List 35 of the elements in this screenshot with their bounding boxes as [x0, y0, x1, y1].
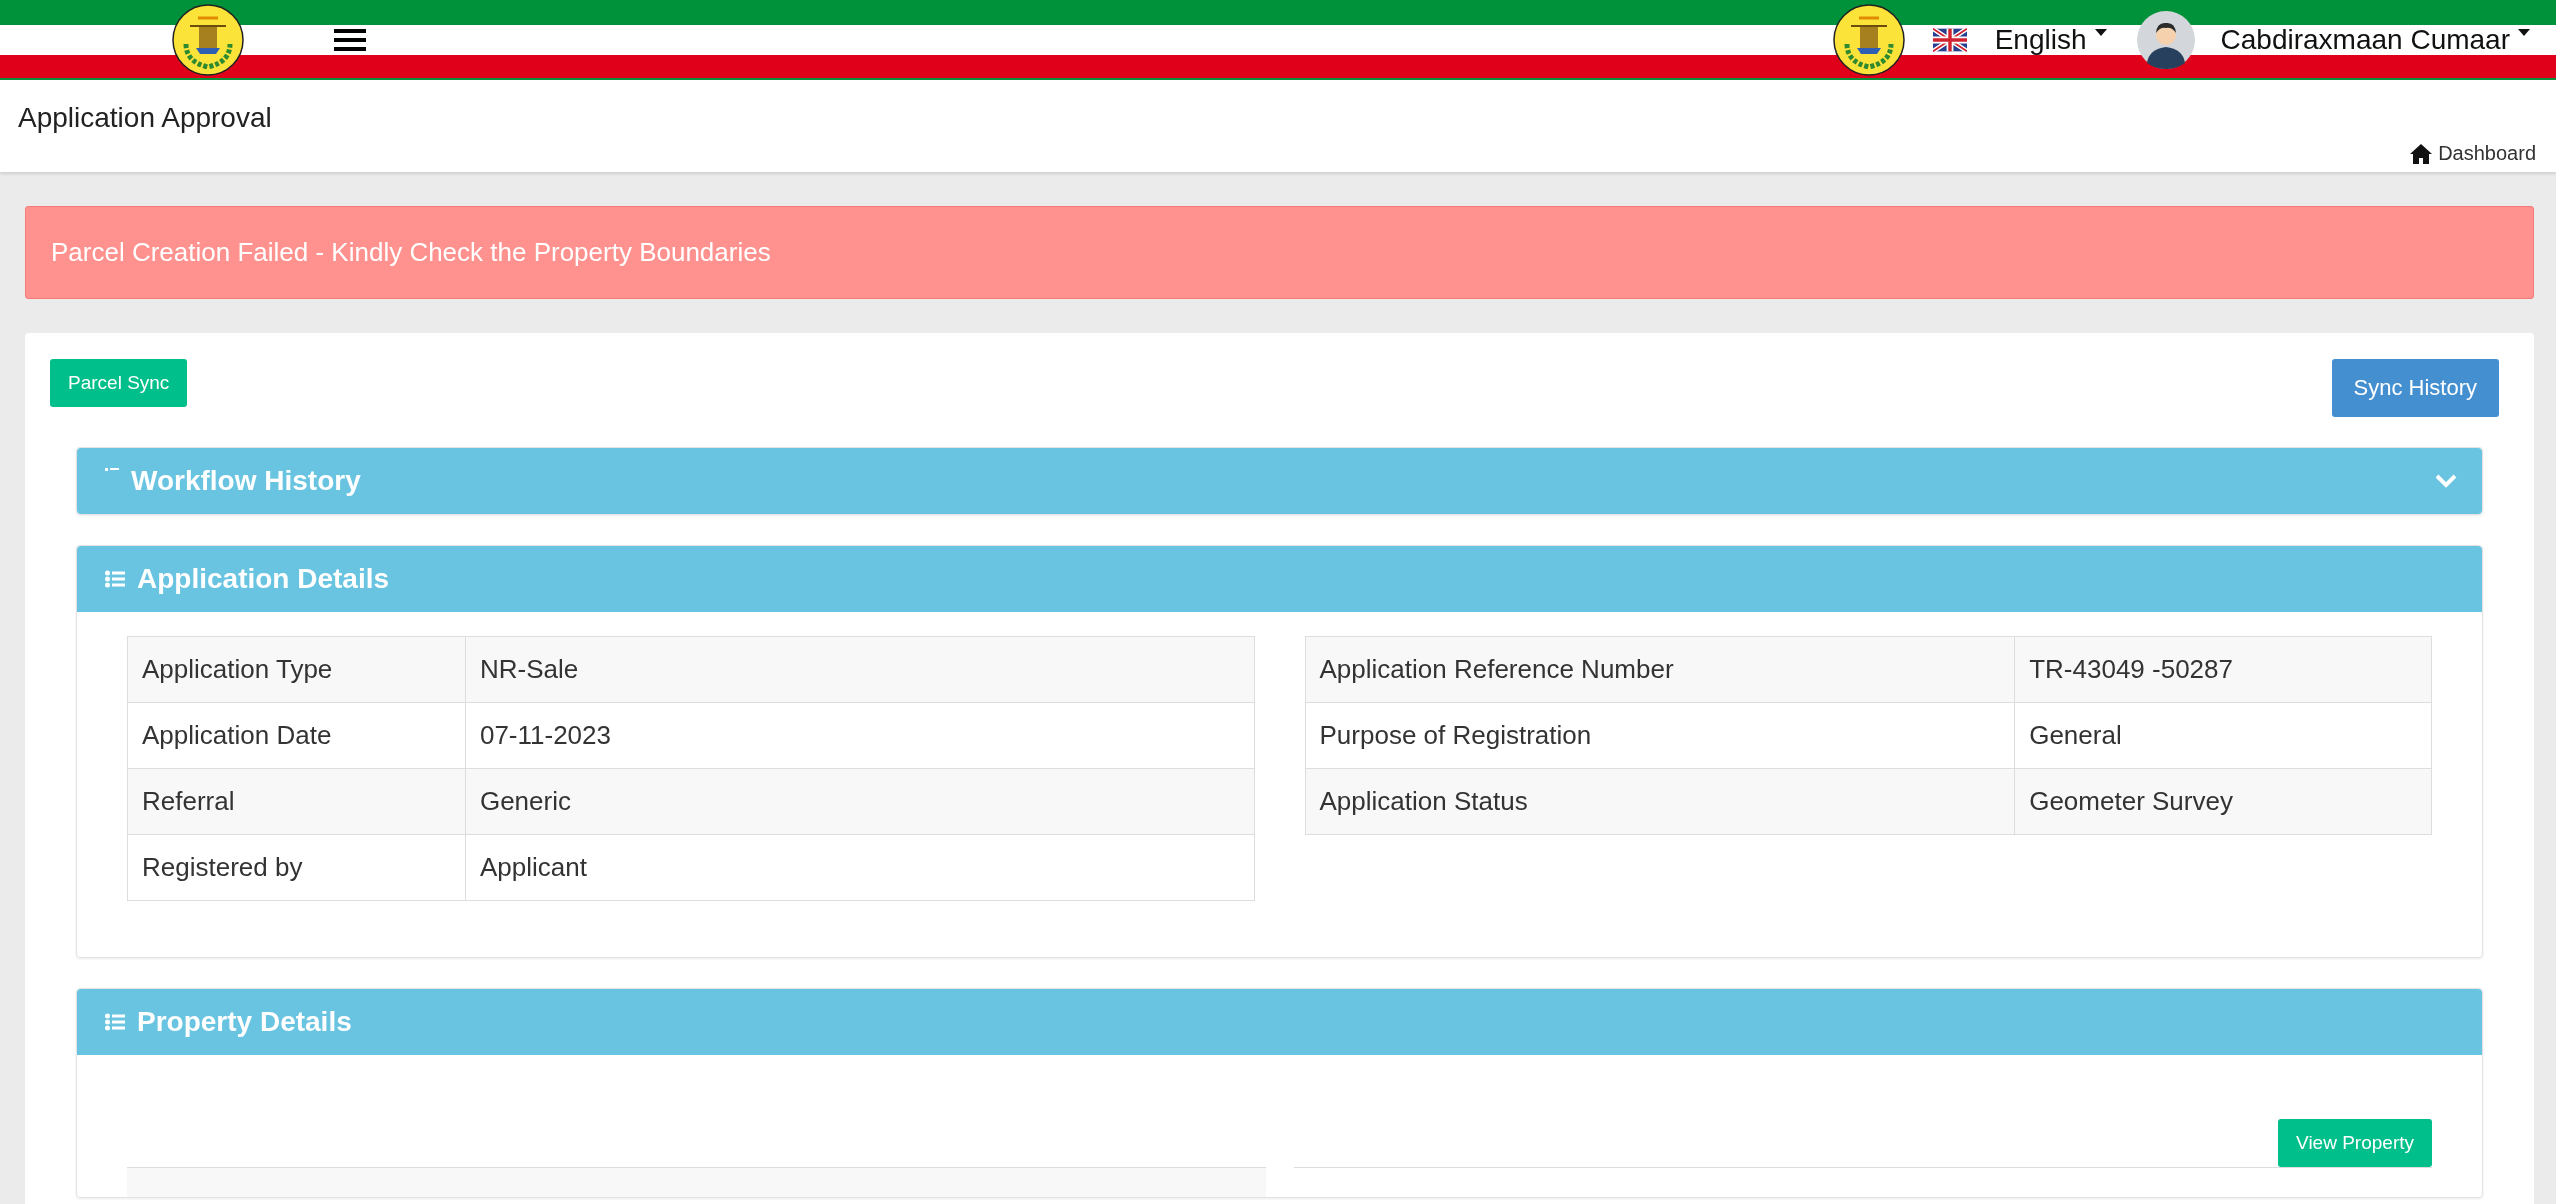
avatar-icon [2136, 11, 2195, 69]
value-cell: NR-Sale [465, 636, 1254, 703]
value-cell: TR-43049 -50287 [2014, 636, 2432, 703]
page-title: Application Approval [18, 102, 272, 134]
uk-flag-icon [1932, 28, 1967, 52]
value-cell: General [2014, 702, 2432, 769]
emblem-logo [172, 4, 244, 76]
language-dropdown[interactable]: English [1932, 24, 2107, 56]
label-cell: Registered by [127, 834, 466, 901]
home-icon [2410, 143, 2433, 165]
label-cell: Application Reference Number [1305, 636, 2015, 703]
label-cell: Referral [127, 768, 466, 835]
list-icon [105, 1013, 125, 1031]
panel-title: Workflow History [131, 465, 362, 497]
parcel-sync-button[interactable]: Parcel Sync [50, 359, 188, 407]
panel-header[interactable]: Workflow History [77, 448, 2482, 514]
list-icon [105, 570, 125, 588]
value-cell: Applicant [465, 834, 1254, 901]
caret-icon [2094, 29, 2107, 37]
label-cell: Purpose of Registration [1305, 702, 2015, 769]
caret-icon [2518, 29, 2530, 37]
error-alert: Parcel Creation Failed - Kindly Check the Property Boundaries [25, 206, 2534, 299]
sync-history-button[interactable]: Sync History [2331, 359, 2499, 417]
panel-title: Property Details [137, 1006, 353, 1038]
label-cell: Application Date [127, 702, 466, 769]
label-cell: Application Type [127, 636, 466, 703]
view-property-button[interactable]: View Property [2278, 1119, 2432, 1167]
label-cell: Application Status [1305, 768, 2015, 835]
panel-title: Application Details [137, 563, 391, 595]
dashboard-link[interactable]: Dashboard [2410, 142, 2536, 165]
value-cell: Generic [465, 768, 1254, 835]
value-cell: 07-11-2023 [465, 702, 1254, 769]
value-cell: Geometer Survey [2014, 768, 2432, 835]
user-menu[interactable]: Cabdiraxmaan Cumaar [2136, 11, 2530, 69]
dash-icon [105, 468, 119, 474]
